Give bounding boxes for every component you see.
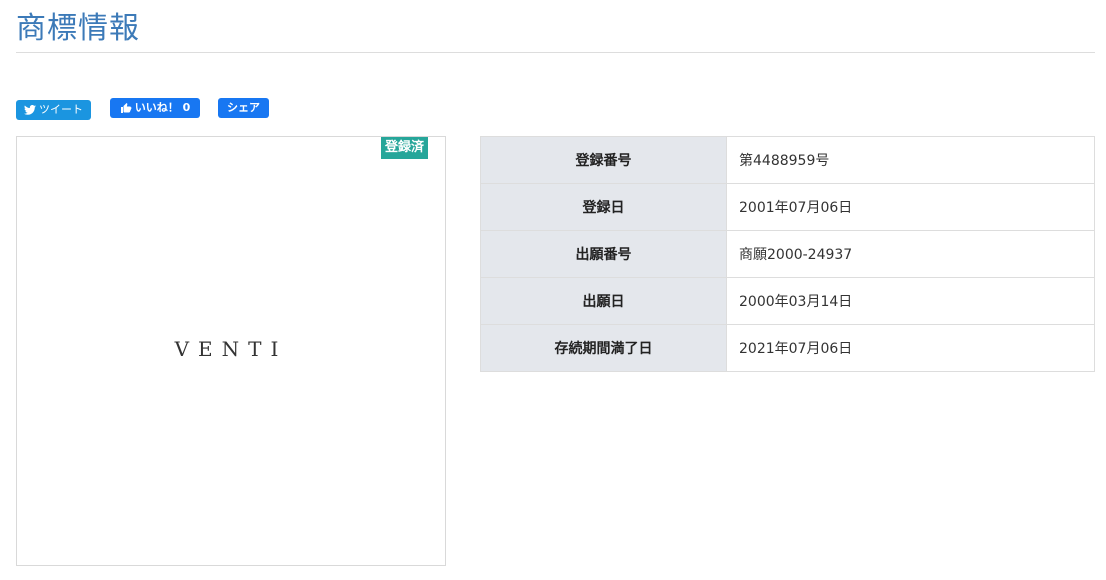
title-divider: [16, 52, 1095, 53]
like-label: いいね！ 0: [134, 101, 191, 114]
application-date-label: 出願日: [480, 277, 727, 325]
table-row: 出願日 2000年03月14日: [480, 277, 1095, 325]
thumbs-up-icon: [120, 103, 132, 113]
application-number-label: 出願番号: [480, 230, 727, 278]
application-date-value: 2000年03月14日: [726, 277, 1095, 325]
expiration-date-label: 存続期間満了日: [480, 324, 727, 372]
share-button[interactable]: シェア: [218, 98, 269, 118]
like-button[interactable]: いいね！ 0: [110, 98, 200, 118]
table-row: 出願番号 商願2000-24937: [480, 230, 1095, 278]
trademark-info-table: 登録番号 第4488959号 登録日 2001年07月06日 出願番号 商願20…: [480, 136, 1095, 372]
status-badge: 登録済: [380, 137, 428, 159]
registration-number-value: 第4488959号: [726, 136, 1095, 184]
application-number-value: 商願2000-24937: [726, 230, 1095, 278]
table-row: 登録日 2001年07月06日: [480, 183, 1095, 231]
page-title: 商標情報: [16, 11, 140, 46]
table-row: 登録番号 第4488959号: [480, 136, 1095, 184]
trademark-image: 登録済 VENTI: [16, 136, 446, 566]
registration-date-value: 2001年07月06日: [726, 183, 1095, 231]
share-label: シェア: [227, 101, 260, 114]
registration-date-label: 登録日: [480, 183, 727, 231]
table-row: 存続期間満了日 2021年07月06日: [480, 324, 1095, 372]
expiration-date-value: 2021年07月06日: [726, 324, 1095, 372]
trademark-mark-text: VENTI: [174, 337, 288, 361]
twitter-bird-icon: [24, 105, 36, 115]
registration-number-label: 登録番号: [480, 136, 727, 184]
tweet-button[interactable]: ツイート: [16, 100, 91, 120]
tweet-label: ツイート: [39, 103, 83, 116]
